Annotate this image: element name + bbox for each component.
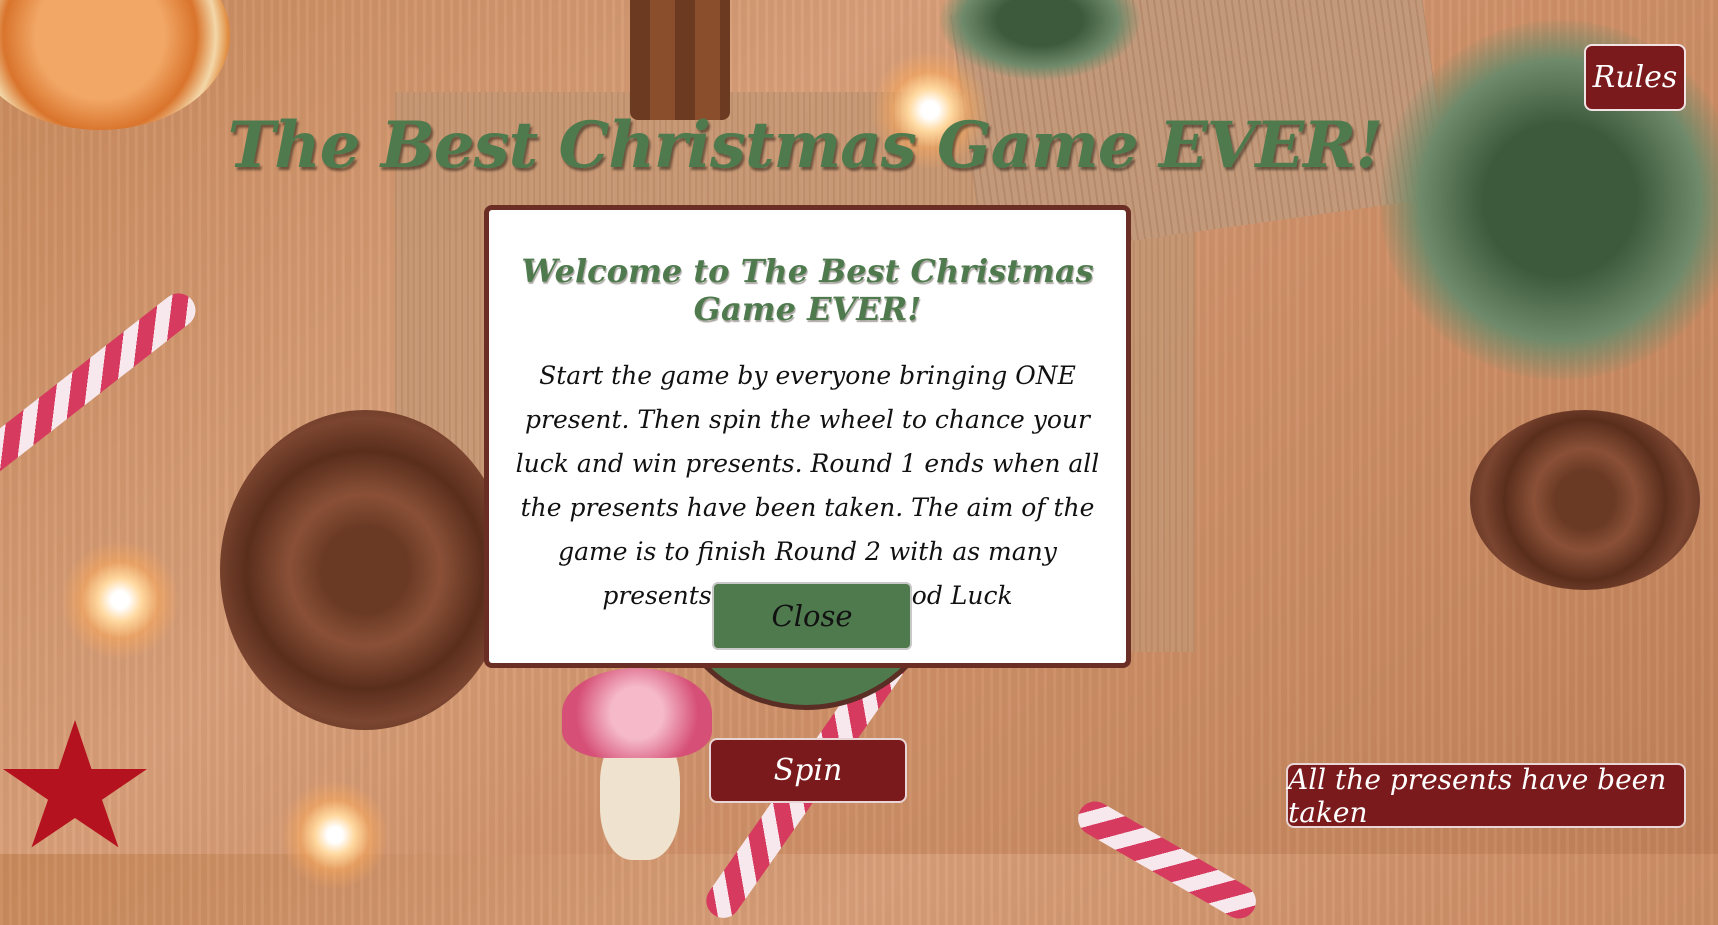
- rules-button[interactable]: Rules: [1584, 44, 1686, 111]
- background-pine-cone-left: [220, 410, 510, 730]
- background-candy-cane-right: [1071, 795, 1263, 925]
- modal-title: Welcome to The Best Christmas Game EVER!: [521, 252, 1094, 328]
- presents-taken-button[interactable]: All the presents have been taken: [1286, 763, 1686, 829]
- background-cinnamon-sticks: [630, 0, 730, 120]
- page-title: The Best Christmas Game EVER!: [227, 108, 1384, 183]
- background-mushroom-cap: [562, 668, 712, 758]
- background-fairy-light: [60, 540, 180, 660]
- background-red-star: [3, 720, 147, 848]
- welcome-modal: Welcome to The Best Christmas Game EVER!…: [484, 205, 1131, 668]
- background-pine-cone-right: [1470, 410, 1700, 590]
- spin-button[interactable]: Spin: [709, 738, 907, 803]
- background-fairy-light: [280, 780, 390, 890]
- modal-body-text: Start the game by everyone bringing ONE …: [515, 361, 1100, 610]
- close-button[interactable]: Close: [712, 582, 912, 650]
